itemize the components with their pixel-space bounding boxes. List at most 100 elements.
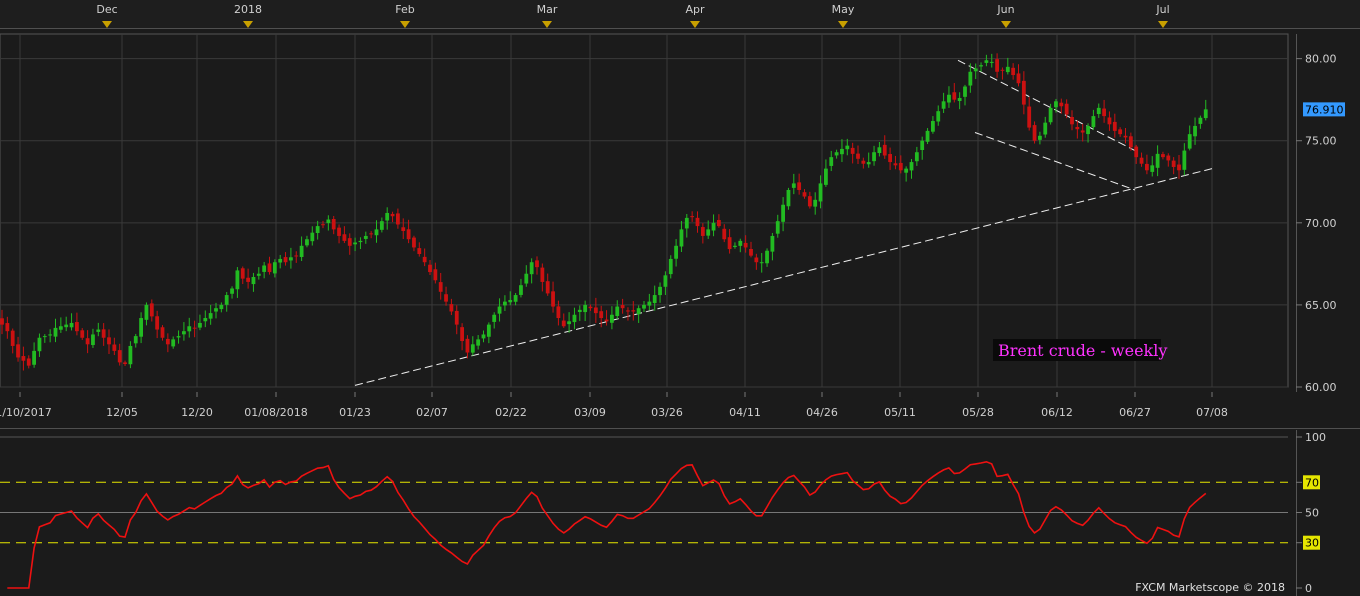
candle[interactable] (224, 292, 229, 312)
candle[interactable] (524, 265, 529, 287)
candle[interactable] (267, 256, 272, 275)
candle[interactable] (513, 293, 518, 306)
candle[interactable] (1155, 145, 1160, 177)
candle[interactable] (893, 155, 898, 170)
candle[interactable] (925, 128, 930, 145)
candle[interactable] (262, 261, 267, 279)
candle[interactable] (535, 256, 539, 275)
candle[interactable] (754, 253, 759, 270)
candle[interactable] (931, 116, 935, 134)
candle[interactable] (492, 312, 497, 329)
candle[interactable] (1005, 57, 1010, 75)
candle[interactable] (1070, 110, 1074, 131)
candle[interactable] (882, 135, 887, 159)
candle[interactable] (363, 231, 368, 244)
candle[interactable] (861, 157, 866, 169)
candle[interactable] (599, 305, 604, 328)
candle[interactable] (615, 300, 620, 320)
candle[interactable] (21, 346, 26, 371)
candle[interactable] (155, 310, 160, 339)
candle[interactable] (32, 342, 36, 368)
candle[interactable] (620, 298, 625, 314)
candle[interactable] (888, 147, 892, 170)
candle[interactable] (834, 149, 839, 159)
candle[interactable] (396, 208, 400, 229)
candle[interactable] (508, 291, 513, 306)
candle[interactable] (856, 145, 860, 165)
candle[interactable] (556, 300, 561, 326)
candle[interactable] (572, 307, 577, 330)
candle[interactable] (711, 214, 716, 237)
candle[interactable] (1059, 98, 1064, 114)
candle[interactable] (1107, 111, 1112, 131)
candle[interactable] (519, 278, 523, 298)
candle[interactable] (401, 218, 406, 240)
trend-line[interactable] (957, 59, 1136, 152)
candle[interactable] (583, 300, 588, 322)
candle[interactable] (973, 63, 978, 80)
candle[interactable] (631, 301, 636, 321)
candle[interactable] (454, 305, 459, 335)
candle[interactable] (16, 336, 20, 362)
candle[interactable] (58, 317, 63, 333)
candle[interactable] (1203, 99, 1208, 121)
candle[interactable] (652, 285, 657, 311)
candle[interactable] (1171, 157, 1176, 175)
candle[interactable] (561, 313, 566, 328)
candle[interactable] (385, 207, 390, 230)
candle[interactable] (470, 336, 475, 356)
candle[interactable] (187, 317, 192, 338)
candle[interactable] (42, 334, 47, 343)
candle[interactable] (626, 307, 630, 321)
candle[interactable] (786, 187, 791, 210)
candle[interactable] (1166, 153, 1171, 167)
candle[interactable] (283, 252, 288, 266)
candle[interactable] (26, 355, 31, 369)
candle[interactable] (417, 242, 422, 257)
candle[interactable] (358, 237, 363, 250)
candle[interactable] (941, 92, 946, 113)
candle[interactable] (48, 329, 53, 343)
candle[interactable] (567, 312, 571, 333)
candle[interactable] (75, 312, 79, 336)
candle[interactable] (984, 54, 989, 67)
candle[interactable] (1091, 109, 1096, 131)
candle[interactable] (1080, 123, 1085, 142)
candle[interactable] (738, 238, 743, 253)
candle[interactable] (781, 197, 785, 232)
candle[interactable] (433, 262, 438, 284)
candle[interactable] (278, 254, 283, 269)
candle[interactable] (476, 335, 481, 350)
candle[interactable] (117, 343, 122, 366)
candle[interactable] (256, 267, 261, 280)
candle[interactable] (952, 83, 957, 103)
candle[interactable] (717, 214, 721, 228)
candle[interactable] (989, 53, 994, 68)
candle[interactable] (374, 220, 379, 243)
candle[interactable] (69, 313, 74, 331)
candle[interactable] (904, 166, 909, 182)
candle[interactable] (1139, 152, 1144, 167)
candle[interactable] (198, 314, 202, 331)
candle[interactable] (428, 259, 432, 276)
candle[interactable] (872, 145, 876, 166)
candle[interactable] (149, 299, 154, 322)
candle[interactable] (342, 226, 347, 244)
candle[interactable] (551, 281, 555, 313)
candle[interactable] (289, 247, 293, 269)
candle[interactable] (690, 211, 695, 222)
candle[interactable] (133, 333, 138, 348)
candle[interactable] (733, 242, 737, 249)
candle[interactable] (807, 191, 812, 209)
candle[interactable] (171, 336, 176, 349)
candle[interactable] (64, 316, 69, 332)
candle[interactable] (235, 267, 240, 298)
candle[interactable] (390, 211, 395, 223)
candle[interactable] (898, 155, 903, 174)
candle[interactable] (1011, 63, 1016, 80)
candle[interactable] (123, 360, 127, 366)
candle[interactable] (1000, 67, 1005, 80)
candle[interactable] (1102, 99, 1106, 123)
candle[interactable] (80, 328, 85, 340)
candle[interactable] (203, 310, 208, 328)
